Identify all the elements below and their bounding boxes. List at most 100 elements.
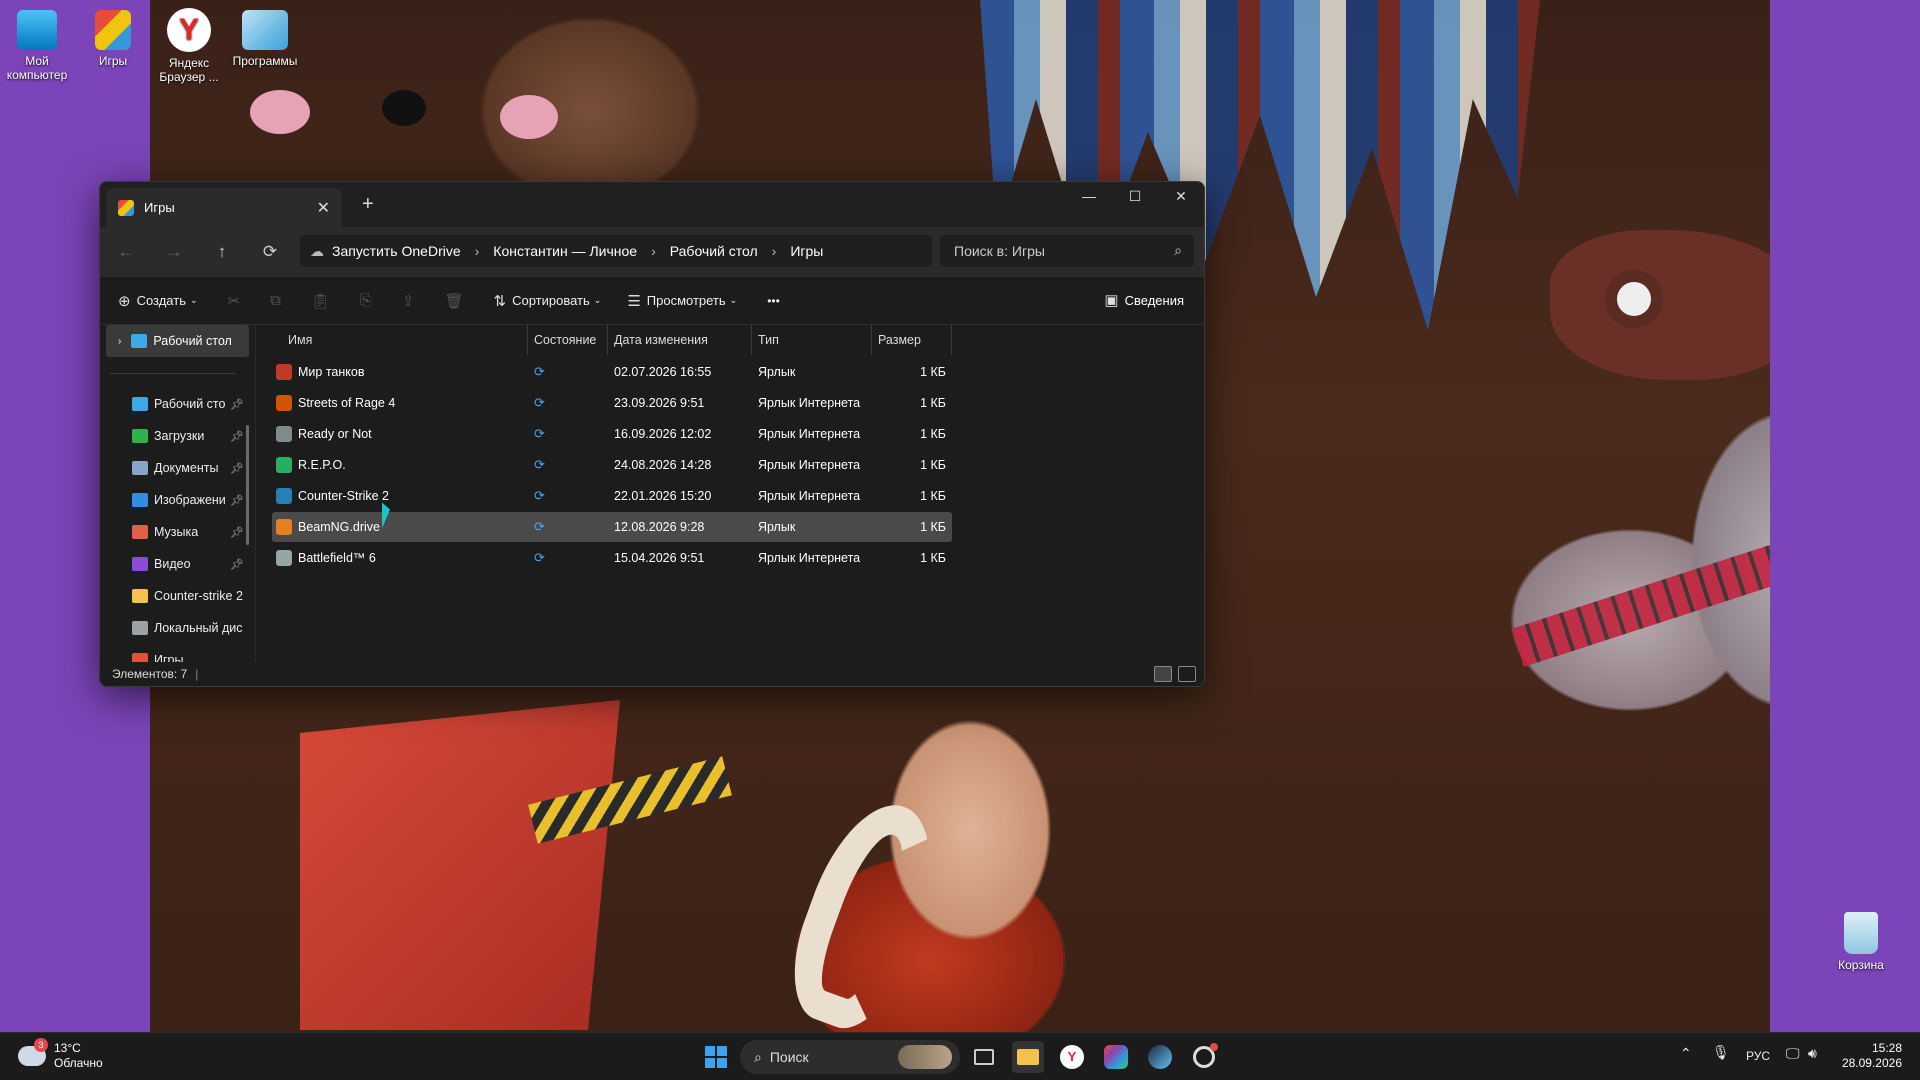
sidebar-item[interactable]: Документы 📌︎ bbox=[100, 453, 250, 483]
more-options-button[interactable]: ••• bbox=[767, 294, 780, 308]
breadcrumb-desktop[interactable]: Рабочий стол bbox=[670, 243, 758, 259]
desktop-icon-games[interactable]: Игры bbox=[76, 4, 150, 68]
pin-icon[interactable]: 📌︎ bbox=[230, 398, 244, 411]
sync-status-icon: ⟳ bbox=[534, 364, 545, 379]
file-row[interactable]: Battlefield™ 6 ⟳ 15.04.2026 9:51 Ярлык Инте… bbox=[272, 543, 952, 573]
sidebar-item-desktop-root[interactable]: › Рабочий стол bbox=[106, 325, 249, 357]
cut-icon[interactable]: ✂ bbox=[228, 292, 241, 310]
microphone-icon[interactable]: 🎙︎ bbox=[1712, 1044, 1730, 1061]
sidebar-item[interactable]: Загрузки 📌︎ bbox=[100, 421, 250, 451]
yandex-browser-icon: Y bbox=[1060, 1045, 1084, 1069]
view-button[interactable]: ☰ Просмотреть ⌄ bbox=[627, 292, 737, 310]
shortcut-icon bbox=[276, 426, 292, 442]
paste-icon[interactable]: 📋︎ bbox=[311, 292, 330, 310]
refresh-button[interactable]: ⟳ bbox=[246, 242, 294, 262]
file-row[interactable]: Streets of Rage 4 ⟳ 23.09.2026 9:51 Ярлык И… bbox=[272, 388, 952, 418]
desktop-icon-recycle-bin[interactable]: Корзина bbox=[1824, 906, 1898, 972]
desktop-icon-programs[interactable]: Программы bbox=[228, 4, 302, 68]
wallpaper-tent bbox=[300, 700, 620, 1030]
file-name: BeamNG.drive bbox=[298, 520, 380, 534]
file-row[interactable]: R.E.P.O. ⟳ 24.08.2026 14:28 Ярлык Интернета… bbox=[272, 450, 952, 480]
sidebar-item-label: Музыка bbox=[154, 525, 199, 539]
pin-icon[interactable]: 📌︎ bbox=[230, 462, 244, 475]
pin-icon[interactable]: 📌︎ bbox=[230, 526, 244, 539]
column-header-status[interactable]: Состояние bbox=[528, 325, 608, 355]
chevron-up-icon[interactable]: ⌃ bbox=[1680, 1045, 1692, 1062]
column-header-size[interactable]: Размер bbox=[872, 325, 952, 355]
clock[interactable]: 15:28 28.09.2026 bbox=[1842, 1041, 1902, 1071]
file-row[interactable]: Counter-Strike 2 ⟳ 22.01.2026 15:20 Ярлык И… bbox=[272, 481, 952, 511]
breadcrumb-separator[interactable]: › bbox=[475, 243, 480, 259]
search-input[interactable]: Поиск в: Игры ⌕ bbox=[940, 235, 1194, 267]
volume-icon[interactable]: 🔊︎ bbox=[1808, 1045, 1817, 1062]
column-header-date[interactable]: Дата изменения bbox=[608, 325, 752, 355]
minimize-button[interactable]: — bbox=[1066, 188, 1112, 204]
network-icon[interactable]: 🖵︎ bbox=[1786, 1045, 1800, 1062]
sidebar-item[interactable]: Локальный дис bbox=[100, 613, 250, 643]
details-view-icon[interactable] bbox=[1154, 666, 1172, 682]
file-name: Мир танков bbox=[298, 365, 365, 379]
yandex-browser-button[interactable]: Y bbox=[1056, 1041, 1088, 1073]
share-icon[interactable]: ⇪ bbox=[402, 292, 415, 310]
back-button[interactable]: ← bbox=[102, 242, 150, 262]
folder-games-icon bbox=[95, 10, 131, 50]
forward-button[interactable]: → bbox=[150, 242, 198, 262]
m365-button[interactable] bbox=[1100, 1041, 1132, 1073]
close-tab-icon[interactable]: ✕ bbox=[317, 198, 330, 218]
breadcrumb-separator[interactable]: › bbox=[651, 243, 656, 259]
desktop-icon-yandex[interactable]: Y Яндекс Браузер ... bbox=[152, 4, 226, 84]
pin-icon[interactable]: 📌︎ bbox=[230, 430, 244, 443]
maximize-button[interactable]: ☐ bbox=[1112, 188, 1158, 205]
file-row[interactable]: Ready or Not ⟳ 16.09.2026 12:02 Ярлык Интер… bbox=[272, 419, 952, 449]
weather-widget[interactable]: 3 13°C Облачно bbox=[18, 1038, 103, 1071]
file-name-cell: Ready or Not bbox=[276, 419, 372, 449]
sidebar-item[interactable]: Музыка 📌︎ bbox=[100, 517, 250, 547]
sidebar-scrollbar[interactable] bbox=[246, 425, 249, 545]
desktop-icon-label: Яндекс Браузер ... bbox=[159, 56, 219, 84]
column-header-type[interactable]: Тип bbox=[752, 325, 872, 355]
file-explorer-button[interactable] bbox=[1012, 1041, 1044, 1073]
breadcrumb-games[interactable]: Игры bbox=[790, 243, 823, 259]
desktop-icon-my-computer[interactable]: Мой компьютер bbox=[0, 4, 74, 82]
breadcrumb-personal[interactable]: Константин — Личное bbox=[493, 243, 637, 259]
language-indicator[interactable]: РУС bbox=[1746, 1049, 1770, 1063]
tiles-view-icon[interactable] bbox=[1178, 666, 1196, 682]
delete-icon[interactable]: 🗑︎ bbox=[444, 292, 463, 310]
sidebar-item[interactable]: Видео 📌︎ bbox=[100, 549, 250, 579]
file-type: Ярлык Интернета bbox=[758, 458, 861, 472]
details-button[interactable]: ▣ Сведения bbox=[1104, 291, 1184, 309]
new-tab-button[interactable]: + bbox=[362, 193, 374, 216]
breadcrumb-separator[interactable]: › bbox=[772, 243, 777, 259]
sidebar-item[interactable]: Изображени 📌︎ bbox=[100, 485, 250, 515]
pin-icon[interactable]: 📌︎ bbox=[230, 558, 244, 571]
windows-icon bbox=[705, 1046, 727, 1068]
close-window-button[interactable]: ✕ bbox=[1158, 188, 1204, 205]
copy-icon[interactable]: ⧉ bbox=[270, 292, 281, 309]
create-button[interactable]: ⊕ Создать ⌄ bbox=[118, 292, 198, 310]
taskbar-search[interactable]: ⌕ Поиск bbox=[740, 1040, 960, 1074]
up-button[interactable]: ↑ bbox=[198, 242, 246, 262]
column-header-name[interactable]: Имя bbox=[270, 325, 528, 355]
file-date: 23.09.2026 9:51 bbox=[614, 396, 705, 410]
file-row[interactable]: BeamNG.drive ⟳ 12.08.2026 9:28 Ярлык 1 КБ bbox=[272, 512, 952, 542]
address-bar[interactable]: ☁ Запустить OneDrive › Константин — Личн… bbox=[300, 235, 932, 267]
wallpaper-bear-cheek bbox=[250, 90, 310, 134]
app-button[interactable] bbox=[1188, 1041, 1220, 1073]
pin-icon[interactable]: 📌︎ bbox=[230, 494, 244, 507]
task-view-button[interactable] bbox=[968, 1041, 1000, 1073]
sort-button[interactable]: ⇅ Сортировать ⌄ bbox=[494, 292, 602, 310]
breadcrumb-onedrive[interactable]: Запустить OneDrive bbox=[332, 243, 461, 259]
sync-status-icon: ⟳ bbox=[534, 519, 545, 534]
chevron-down-icon: ⌄ bbox=[189, 295, 198, 305]
file-row[interactable]: Мир танков ⟳ 02.07.2026 16:55 Ярлык 1 КБ bbox=[272, 357, 952, 387]
sidebar-item-icon bbox=[132, 493, 148, 507]
sidebar-item[interactable]: Counter-strike 2 bbox=[100, 581, 250, 611]
chevron-right-icon: › bbox=[118, 335, 122, 347]
steam-icon bbox=[1148, 1045, 1172, 1069]
tab-games[interactable]: Игры ✕ bbox=[106, 188, 342, 227]
clock-time: 15:28 bbox=[1871, 1041, 1902, 1055]
rename-icon[interactable]: ⎘ bbox=[360, 292, 372, 309]
start-button[interactable] bbox=[700, 1041, 732, 1073]
sidebar-item[interactable]: Рабочий сто 📌︎ bbox=[100, 389, 250, 419]
steam-button[interactable] bbox=[1144, 1041, 1176, 1073]
